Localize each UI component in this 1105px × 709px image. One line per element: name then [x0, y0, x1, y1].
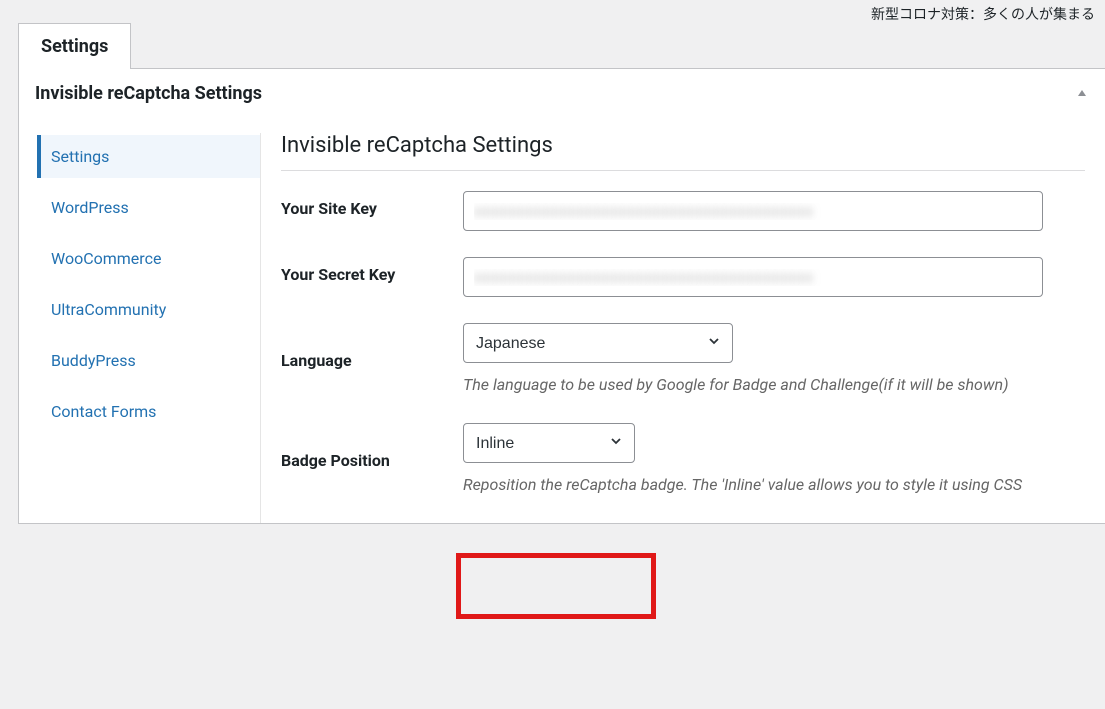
panel-header: Invisible reCaptcha Settings	[19, 69, 1105, 115]
sidebar-item-ultracommunity[interactable]: UltraCommunity	[37, 288, 260, 331]
settings-panel: Invisible reCaptcha Settings Settings Wo…	[18, 68, 1105, 524]
sidebar-item-buddypress[interactable]: BuddyPress	[37, 339, 260, 382]
site-key-input[interactable]	[463, 191, 1043, 231]
panel-title: Invisible reCaptcha Settings	[35, 83, 262, 104]
sidebar-item-wordpress[interactable]: WordPress	[37, 186, 260, 229]
secret-key-input[interactable]	[463, 257, 1043, 297]
language-help: The language to be used by Google for Ba…	[463, 373, 1053, 397]
sidebar-item-contact-forms[interactable]: Contact Forms	[37, 390, 260, 433]
sidebar-item-settings[interactable]: Settings	[37, 135, 260, 178]
badge-position-help: Reposition the reCaptcha badge. The 'Inl…	[463, 473, 1053, 497]
secret-key-label: Your Secret Key	[281, 257, 463, 284]
badge-position-label: Badge Position	[281, 451, 463, 470]
tab-strip: Settings	[18, 18, 1105, 68]
main-title: Invisible reCaptcha Settings	[281, 133, 1085, 171]
sidebar-nav: Settings WordPress WooCommerce UltraComm…	[37, 133, 261, 523]
main-content: Invisible reCaptcha Settings Your Site K…	[261, 133, 1089, 523]
language-select[interactable]: Japanese	[463, 323, 733, 363]
tab-settings[interactable]: Settings	[18, 23, 131, 69]
badge-position-select[interactable]: Inline	[463, 423, 635, 463]
collapse-toggle[interactable]	[1077, 87, 1087, 101]
sidebar-item-woocommerce[interactable]: WooCommerce	[37, 237, 260, 280]
annotation-highlight	[456, 553, 656, 619]
site-key-label: Your Site Key	[281, 191, 463, 218]
triangle-up-icon	[1077, 88, 1087, 98]
language-label: Language	[281, 351, 463, 370]
